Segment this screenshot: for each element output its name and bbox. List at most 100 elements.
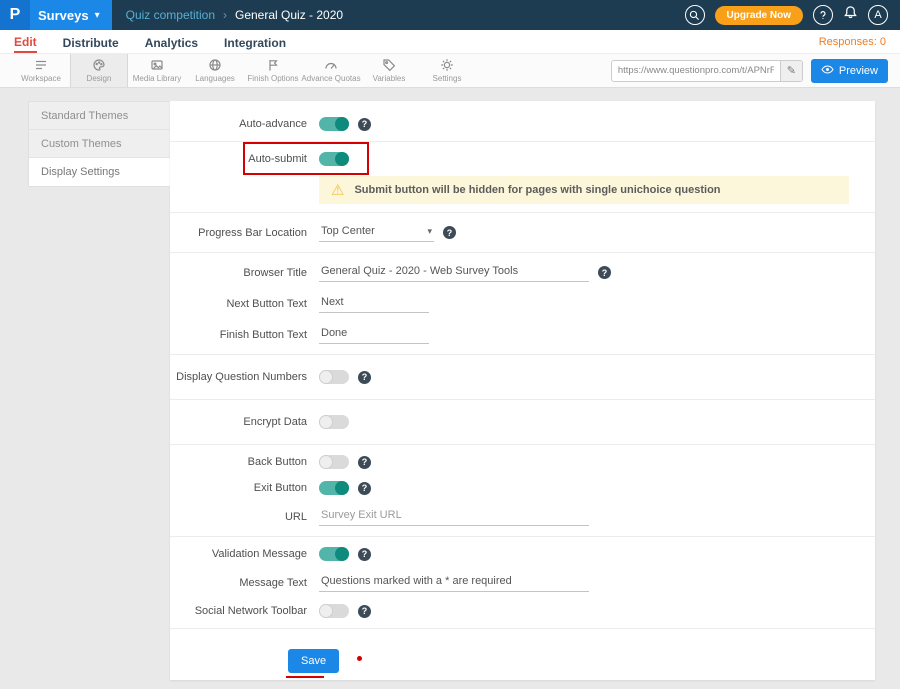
tab-workspace[interactable]: Workspace — [12, 54, 70, 87]
preview-button[interactable]: Preview — [811, 59, 888, 83]
validation-message-label: Validation Message — [170, 548, 307, 560]
social-network-toolbar-toggle[interactable] — [319, 604, 349, 618]
display-question-numbers-label: Display Question Numbers — [170, 371, 307, 383]
questionpro-logo: P — [0, 0, 30, 30]
finish-button-text-row: Finish Button Text — [170, 319, 875, 350]
tab-variables[interactable]: Variables — [360, 54, 418, 87]
message-text-label: Message Text — [170, 577, 307, 589]
next-button-text-row: Next Button Text — [170, 288, 875, 319]
responses-count[interactable]: Responses: 0 — [819, 36, 886, 48]
breadcrumb-parent-link[interactable]: Quiz competition — [126, 8, 215, 22]
finish-options-icon — [266, 58, 280, 72]
auto-advance-help-icon[interactable] — [358, 118, 371, 131]
settings-gear-icon — [440, 58, 454, 72]
browser-title-label: Browser Title — [170, 267, 307, 279]
auto-advance-toggle[interactable] — [319, 117, 349, 131]
tab-finish-options[interactable]: Finish Options — [244, 54, 302, 87]
divider — [170, 141, 875, 142]
display-question-numbers-toggle[interactable] — [319, 370, 349, 384]
nav-item-distribute[interactable]: Distribute — [63, 32, 119, 52]
search-icon[interactable] — [685, 5, 705, 25]
survey-url-box — [611, 60, 803, 82]
chevron-down-icon — [427, 225, 432, 237]
auto-advance-row: Auto-advance — [170, 111, 875, 137]
warning-triangle-icon — [331, 183, 344, 198]
social-network-toolbar-row: Social Network Toolbar — [170, 598, 875, 624]
encrypt-data-toggle[interactable] — [319, 415, 349, 429]
chevron-down-icon — [95, 10, 100, 21]
auto-submit-toggle[interactable] — [319, 152, 349, 166]
advance-quotas-icon — [324, 58, 338, 72]
exit-button-help-icon[interactable] — [358, 482, 371, 495]
exit-button-label: Exit Button — [170, 482, 307, 494]
display-question-numbers-help-icon[interactable] — [358, 371, 371, 384]
content-area: Standard Themes Custom Themes Display Se… — [0, 88, 900, 689]
browser-title-input[interactable] — [319, 263, 589, 282]
nav-item-integration[interactable]: Integration — [224, 32, 286, 52]
divider — [170, 444, 875, 445]
finish-button-text-input[interactable] — [319, 325, 429, 344]
message-text-input[interactable] — [319, 573, 589, 592]
back-button-help-icon[interactable] — [358, 456, 371, 469]
exit-button-toggle[interactable] — [319, 481, 349, 495]
edit-url-pencil-icon[interactable] — [780, 60, 802, 82]
divider — [170, 212, 875, 213]
exit-url-row: URL — [170, 501, 875, 532]
secondary-nav: Edit Distribute Analytics Integration Re… — [0, 30, 900, 54]
breadcrumb-current: General Quiz - 2020 — [235, 8, 343, 22]
surveys-menu-label: Surveys — [38, 8, 89, 23]
bell-icon[interactable] — [843, 5, 858, 25]
progress-bar-location-select[interactable]: Top Center — [319, 223, 434, 242]
back-button-toggle[interactable] — [319, 455, 349, 469]
progress-bar-help-icon[interactable] — [443, 226, 456, 239]
validation-message-help-icon[interactable] — [358, 548, 371, 561]
surveys-menu[interactable]: P Surveys — [0, 0, 112, 30]
back-button-label: Back Button — [170, 456, 307, 468]
tab-settings[interactable]: Settings — [418, 54, 476, 87]
tab-media-library[interactable]: Media Library — [128, 54, 186, 87]
avatar[interactable]: A — [868, 5, 888, 25]
sidebar-item-display-settings[interactable]: Display Settings — [29, 158, 170, 186]
validation-message-toggle[interactable] — [319, 547, 349, 561]
social-network-toolbar-help-icon[interactable] — [358, 605, 371, 618]
exit-url-input[interactable] — [319, 507, 589, 526]
tab-languages[interactable]: Languages — [186, 54, 244, 87]
design-toolbar: Workspace Design Media Library Languages — [0, 54, 900, 88]
topbar: P Surveys Quiz competition General Quiz … — [0, 0, 900, 30]
save-button[interactable]: Save — [288, 649, 339, 673]
auto-submit-row: Auto-submit — [170, 146, 875, 172]
divider — [170, 399, 875, 400]
next-button-text-label: Next Button Text — [170, 298, 307, 310]
annotation-red-dot — [357, 656, 362, 661]
media-library-icon — [150, 58, 164, 72]
tab-design[interactable]: Design — [70, 54, 128, 87]
auto-submit-label: Auto-submit — [170, 153, 307, 165]
breadcrumb-separator — [223, 8, 227, 22]
browser-title-help-icon[interactable] — [598, 266, 611, 279]
upgrade-now-button[interactable]: Upgrade Now — [715, 6, 803, 25]
display-settings-panel: Auto-advance Auto-submit Submit button w… — [170, 101, 875, 680]
warning-text: Submit button will be hidden for pages w… — [354, 184, 720, 196]
sidebar-item-custom-themes[interactable]: Custom Themes — [29, 130, 170, 158]
next-button-text-input[interactable] — [319, 294, 429, 313]
tab-advance-quotas[interactable]: Advance Quotas — [302, 54, 360, 87]
variables-icon — [382, 58, 396, 72]
nav-item-analytics[interactable]: Analytics — [145, 32, 198, 52]
encrypt-data-row: Encrypt Data — [170, 404, 875, 440]
sidebar-item-standard-themes[interactable]: Standard Themes — [29, 102, 170, 130]
help-circle-icon[interactable] — [813, 5, 833, 25]
survey-url-input[interactable] — [612, 65, 780, 76]
nav-item-edit[interactable]: Edit — [14, 31, 37, 53]
browser-title-row: Browser Title — [170, 257, 875, 288]
divider — [170, 354, 875, 355]
design-icon — [92, 58, 106, 72]
exit-button-row: Exit Button — [170, 475, 875, 501]
finish-button-text-label: Finish Button Text — [170, 329, 307, 341]
exit-url-label: URL — [170, 511, 307, 523]
workspace-icon — [34, 58, 48, 72]
validation-message-row: Validation Message — [170, 541, 875, 567]
progress-bar-location-label: Progress Bar Location — [170, 227, 307, 239]
progress-bar-location-row: Progress Bar Location Top Center — [170, 217, 875, 248]
back-button-row: Back Button — [170, 449, 875, 475]
save-row: Save — [170, 633, 875, 673]
